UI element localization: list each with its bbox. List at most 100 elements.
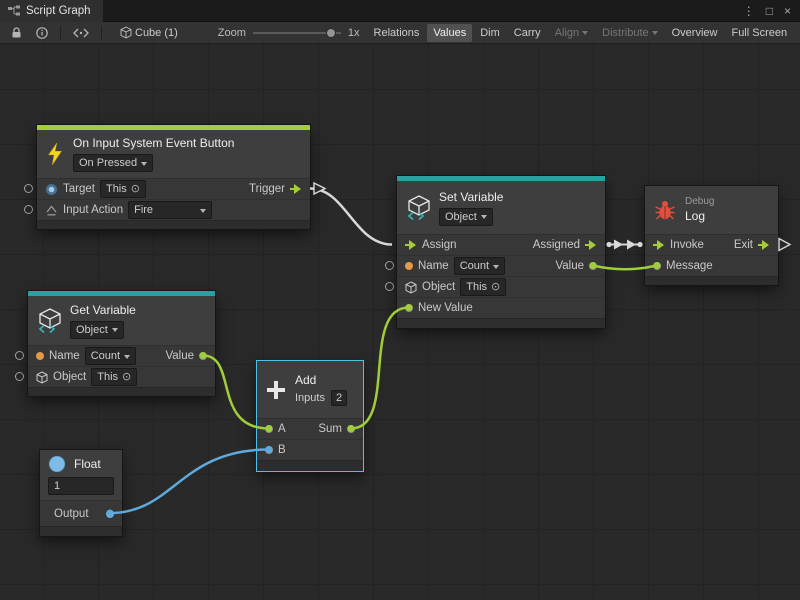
float-icon [48,455,66,473]
event-action-port[interactable] [24,205,33,214]
caret-down-icon [493,265,499,269]
code-preview-icon[interactable] [67,24,95,42]
assign-label: Assign [422,239,457,251]
zoom-slider-knob[interactable] [326,28,336,38]
value-output-port[interactable] [589,262,597,270]
getvar-object-field[interactable]: This⊙ [91,368,137,386]
event-mode-dropdown[interactable]: On Pressed [73,154,153,172]
exit-output-port[interactable] [758,240,770,250]
maximize-icon[interactable]: □ [766,5,773,17]
object-icon [405,281,417,294]
assign-input-port[interactable] [405,240,417,250]
getvar-kind-dropdown[interactable]: Object [70,321,124,339]
object-picker-icon: ⊙ [122,372,131,383]
variable-icon [405,195,431,221]
node-footer [28,387,215,396]
add-icon [265,379,287,401]
align-button[interactable]: Align [549,24,594,42]
new-value-input-port[interactable] [405,304,413,312]
caret-down-icon [141,162,147,166]
values-button[interactable]: Values [427,24,472,42]
new-value-label: New Value [418,302,473,314]
b-label: B [278,444,286,456]
dim-button[interactable]: Dim [474,24,506,42]
carry-button[interactable]: Carry [508,24,547,42]
script-graph-window: Script Graph ⋮ □ × Cube (1) Zoom 1x Rela [0,0,800,600]
node-float[interactable]: Float 1 Output [40,450,122,536]
event-action-row: Input Action Fire [37,199,310,220]
node-footer [40,526,122,536]
invoke-label: Invoke [670,239,704,251]
tab-script-graph[interactable]: Script Graph [0,0,103,22]
object-picker-icon: ⊙ [491,282,500,293]
message-input-port[interactable] [653,262,661,270]
float-value-field[interactable]: 1 [48,477,114,495]
name-input-port[interactable] [405,262,413,270]
zoom-value: 1x [348,27,360,39]
target-label: Target [63,183,95,195]
lock-icon[interactable] [5,24,28,42]
exit-label: Exit [734,239,753,251]
getvar-name-dropdown[interactable]: Count [85,347,136,365]
caret-down-icon [481,215,487,219]
info-icon[interactable] [30,24,54,42]
distribute-button[interactable]: Distribute [596,24,663,42]
node-set-variable[interactable]: Set Variable Object Assign Assigned Name… [397,176,605,328]
target-object-field[interactable]: This⊙ [100,180,146,198]
tab-title: Script Graph [26,5,91,17]
node-title: Set Variable [439,190,503,204]
value-output-port[interactable] [199,352,207,360]
full-screen-button[interactable]: Full Screen [725,24,793,42]
trigger-label: Trigger [249,183,285,195]
caret-down-icon [582,31,588,35]
inputs-count-field[interactable]: 2 [331,390,347,406]
zoom-slider[interactable] [253,26,341,40]
node-on-input-system-event[interactable]: On Input System Event Button On Pressed … [37,125,310,229]
name-label: Name [49,350,80,362]
getvar-name-port[interactable] [15,351,24,360]
float-output-row: Output [40,500,122,526]
float-output-port[interactable] [106,510,114,518]
getvar-name-row: Name Count Value [28,345,215,366]
input-system-icon [45,183,58,196]
node-title: Float [74,457,101,471]
node-title: Log [685,209,714,223]
object-label: Object [422,281,455,293]
sum-output-port[interactable] [347,425,355,433]
getvar-object-row: Object This⊙ [28,366,215,387]
assigned-output-port[interactable] [585,240,597,250]
inputs-label: Inputs [295,392,325,404]
menu-icon[interactable]: ⋮ [743,5,755,17]
debug-invoke-row: Invoke Exit [645,234,778,255]
input-action-label: Input Action [63,204,123,216]
node-add[interactable]: Add Inputs 2 A Sum B [257,361,363,471]
name-label: Name [418,260,449,272]
setvar-kind-dropdown[interactable]: Object [439,208,493,226]
graph-target-selector[interactable]: Cube (1) [114,24,184,42]
setvar-name-row: Name Count Value [397,255,605,276]
node-debug-log[interactable]: Debug Log Invoke Exit Message [645,186,778,285]
debug-message-row: Message [645,255,778,276]
setvar-object-field[interactable]: This⊙ [460,278,506,296]
overview-button[interactable]: Overview [666,24,724,42]
input-action-dropdown[interactable]: Fire [128,201,212,219]
setvar-name-port[interactable] [385,261,394,270]
a-input-port[interactable] [265,425,273,433]
invoke-input-port[interactable] [653,240,665,250]
setvar-name-dropdown[interactable]: Count [454,257,505,275]
close-icon[interactable]: × [784,5,791,17]
getvar-object-port[interactable] [15,372,24,381]
setvar-object-port[interactable] [385,282,394,291]
title-bar: Script Graph ⋮ □ × [0,0,800,22]
name-input-port[interactable] [36,352,44,360]
object-icon [36,371,48,384]
debug-icon [653,198,677,222]
a-label: A [278,423,286,435]
node-get-variable[interactable]: Get Variable Object Name Count Value Obj… [28,291,215,396]
relations-button[interactable]: Relations [368,24,426,42]
variable-icon [36,308,62,334]
b-input-port[interactable] [265,446,273,454]
event-target-port[interactable] [24,184,33,193]
node-title: On Input System Event Button [73,136,234,150]
trigger-output-port[interactable] [290,184,302,194]
